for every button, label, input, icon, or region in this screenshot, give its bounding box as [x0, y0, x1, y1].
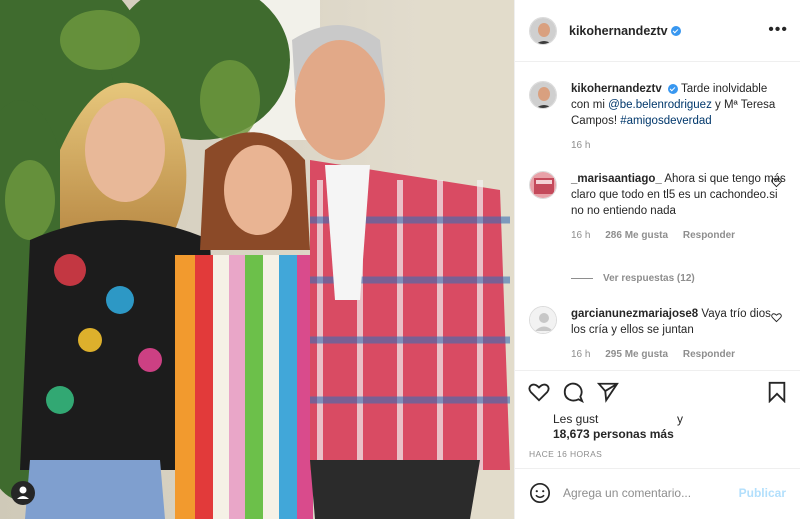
verified-icon — [670, 25, 681, 36]
comment-icon[interactable] — [562, 381, 584, 403]
user-tag-icon — [17, 486, 29, 499]
photo-illustration — [0, 0, 514, 519]
comment-text: garcianunezmariajose8 Vaya trío dios los… — [571, 306, 786, 338]
emoji-icon[interactable] — [529, 482, 551, 504]
hashtag-link[interactable]: #amigosdeverdad — [620, 115, 711, 127]
likes-line-1-suffix: y — [677, 412, 683, 426]
commenter-username[interactable]: _marisaantiago_ — [571, 173, 662, 185]
comment-input[interactable]: Agrega un comentario... — [563, 486, 691, 500]
add-comment-bar: Agrega un comentario... Publicar — [515, 468, 800, 519]
more-options-icon[interactable]: ••• — [768, 22, 788, 38]
commenter-avatar[interactable] — [529, 171, 557, 199]
post-header: kikohernandeztv ••• — [515, 0, 800, 62]
view-replies-button[interactable]: Ver respuestas (12) — [571, 273, 695, 284]
commenter-username[interactable]: garcianunezmariajose8 — [571, 308, 698, 320]
post-timestamp[interactable]: HACE 16 HORAS — [529, 449, 602, 459]
comment-item: _marisaantiago_ Ahora si que tengo más c… — [529, 171, 786, 241]
likes-count[interactable]: 18,673 personas más — [553, 427, 674, 441]
heart-icon[interactable] — [771, 177, 782, 188]
comment-item: garcianunezmariajose8 Vaya trío dios los… — [529, 306, 786, 360]
comment-likes[interactable]: 295 Me gusta — [605, 349, 668, 360]
comment-time[interactable]: 16 h — [571, 230, 590, 241]
comment-meta: 16 h 295 Me gusta Responder — [571, 349, 786, 360]
user-tag-button[interactable] — [11, 481, 35, 505]
author-avatar[interactable] — [529, 16, 557, 45]
author-username[interactable]: kikohernandeztv — [569, 24, 668, 38]
heart-icon[interactable] — [528, 381, 550, 403]
caption: kikohernandeztv Tarde inolvidable con mi… — [529, 81, 786, 151]
reply-button[interactable]: Responder — [683, 230, 735, 241]
comment-meta: 16 h 286 Me gusta Responder — [571, 230, 786, 241]
caption-meta: 16 h — [571, 140, 786, 151]
post-photo[interactable] — [0, 0, 514, 519]
comment-likes[interactable]: 286 Me gusta — [605, 230, 668, 241]
reply-button[interactable]: Responder — [683, 349, 735, 360]
heart-icon[interactable] — [771, 312, 782, 323]
mention-link[interactable]: @be.belenrodriguez — [608, 99, 712, 111]
likes-line-1: Les gust — [553, 412, 599, 426]
author-avatar[interactable] — [529, 81, 557, 109]
commenter-avatar[interactable] — [529, 306, 557, 334]
replies-divider — [571, 278, 593, 279]
publish-button[interactable]: Publicar — [739, 486, 786, 500]
comment-time[interactable]: 16 h — [571, 349, 590, 360]
caption-username[interactable]: kikohernandeztv — [571, 83, 662, 95]
post-sidebar: kikohernandeztv ••• kikohernandeztv Tard… — [514, 0, 800, 519]
share-icon[interactable] — [597, 381, 619, 403]
comment-text: _marisaantiago_ Ahora si que tengo más c… — [571, 171, 786, 219]
caption-time[interactable]: 16 h — [571, 140, 590, 151]
view-replies-label: Ver respuestas (12) — [603, 273, 695, 284]
verified-icon — [667, 83, 678, 94]
comments-scroll[interactable]: kikohernandeztv Tarde inolvidable con mi… — [515, 63, 800, 370]
caption-text: kikohernandeztv Tarde inolvidable con mi… — [571, 81, 786, 129]
bookmark-icon[interactable] — [767, 381, 787, 403]
post-actions — [515, 370, 800, 414]
